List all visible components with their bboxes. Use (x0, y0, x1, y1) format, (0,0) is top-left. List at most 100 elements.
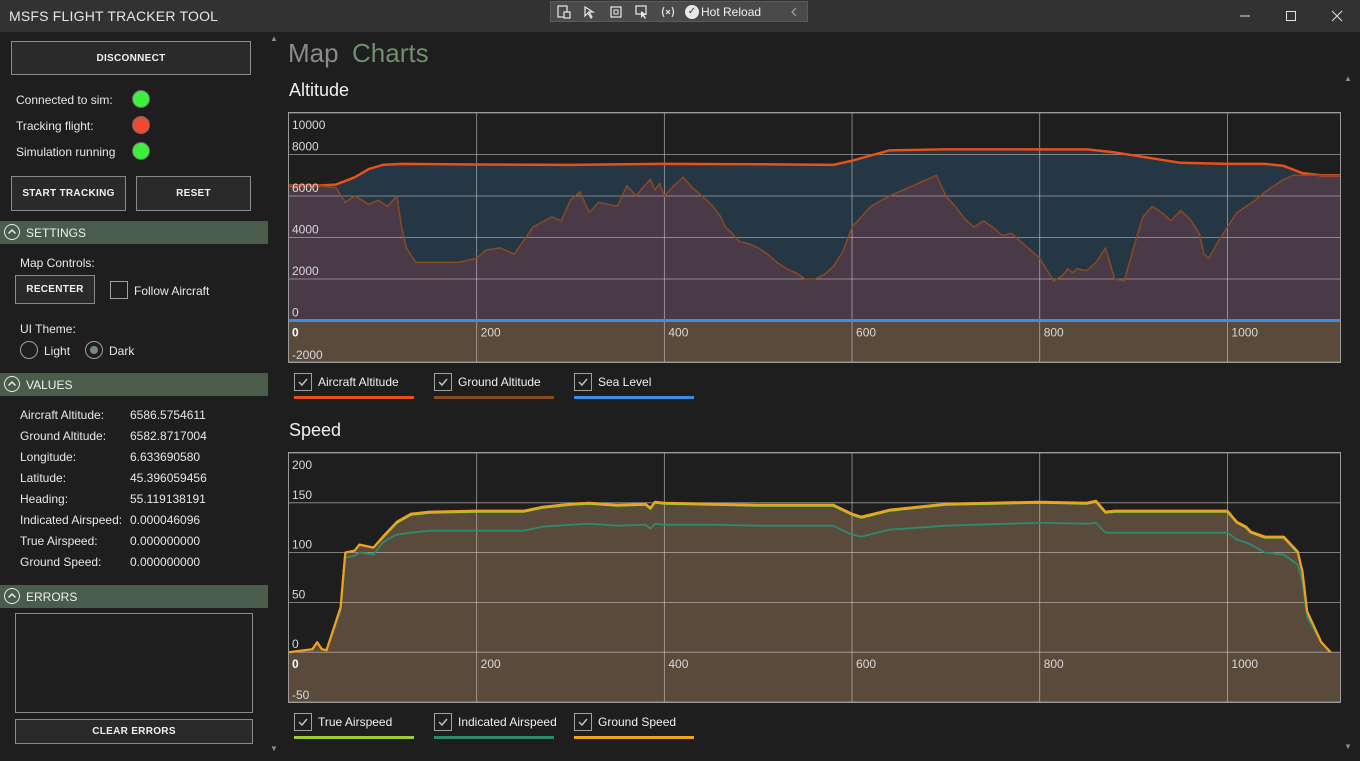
disconnect-button[interactable]: DISCONNECT (11, 41, 251, 75)
close-button[interactable] (1314, 0, 1360, 32)
ground-altitude-value: 6582.8717004 (130, 429, 207, 443)
settings-title: SETTINGS (26, 226, 87, 240)
altitude-chart-title: Altitude (289, 80, 350, 100)
legend-swatch (294, 396, 414, 399)
below-zero-band (289, 652, 1340, 702)
y-tick-label: 0 (292, 306, 299, 320)
value-label: Longitude: (20, 450, 77, 464)
speed-chart-svg: 200 150 100 50 0 -50 0 200 400 600 800 1000 (288, 452, 1340, 703)
connected-status-indicator (132, 90, 150, 108)
latitude-value: 45.396059456 (130, 471, 207, 485)
display-adorners-icon[interactable] (603, 2, 629, 21)
app-title: MSFS FLIGHT TRACKER TOOL (9, 8, 219, 24)
ground-speed-value: 0.000000000 (130, 555, 201, 569)
chart-scroll-down-icon[interactable]: ▼ (1344, 742, 1352, 751)
y-tick-label: 200 (292, 458, 312, 472)
legend-checkbox[interactable] (294, 373, 312, 391)
y-tick-label: -2000 (292, 348, 323, 362)
reset-button[interactable]: RESET (136, 176, 251, 211)
legend-checkbox[interactable] (434, 713, 452, 731)
map-controls-label: Map Controls: (20, 256, 95, 270)
legend-swatch (294, 736, 414, 739)
follow-aircraft-checkbox[interactable] (110, 281, 128, 299)
chevron-up-icon[interactable] (4, 588, 20, 604)
collapse-toolbar-icon[interactable] (781, 2, 807, 21)
hot-reload-label[interactable]: Hot Reload (701, 5, 761, 19)
chevron-up-icon[interactable] (4, 376, 20, 392)
simulation-running-label: Simulation running (16, 145, 116, 159)
hot-reload-status-icon: ✓ (685, 4, 699, 19)
legend-swatch (574, 396, 694, 399)
simulation-status-indicator (132, 142, 150, 160)
chevron-up-icon[interactable] (4, 224, 20, 240)
x-tick-label: 200 (481, 326, 501, 340)
value-label: Ground Altitude: (20, 429, 107, 443)
y-tick-label: -50 (292, 688, 310, 702)
chart-scroll-up-icon[interactable]: ▲ (1344, 74, 1352, 83)
legend-checkbox[interactable] (434, 373, 452, 391)
x-tick-label: 1000 (1231, 326, 1258, 340)
true-airspeed-value: 0.000000000 (130, 534, 201, 548)
clear-errors-button[interactable]: CLEAR ERRORS (15, 719, 253, 744)
select-element-icon[interactable] (577, 2, 603, 21)
legend-swatch (574, 736, 694, 739)
minimize-button[interactable] (1222, 0, 1268, 32)
connected-to-sim-label: Connected to sim: (16, 93, 113, 107)
legend-checkbox[interactable] (574, 713, 592, 731)
y-tick-label: 150 (292, 488, 312, 502)
x-tick-label: 400 (668, 326, 688, 340)
legend-label: Indicated Airspeed (458, 715, 557, 729)
tracking-status-indicator (132, 116, 150, 134)
legend-label: Aircraft Altitude (318, 375, 399, 389)
speed-chart[interactable]: 200 150 100 50 0 -50 0 200 400 600 800 1000 (288, 452, 1341, 703)
y-tick-label: 100 (292, 538, 312, 552)
errors-title: ERRORS (26, 590, 78, 604)
values-title: VALUES (26, 378, 73, 392)
altitude-chart-svg: 10000 8000 6000 4000 2000 0 -2000 0 200 400 600 800… (289, 112, 1340, 363)
maximize-button[interactable] (1268, 0, 1314, 32)
theme-light-label: Light (44, 344, 71, 358)
ui-theme-label: UI Theme: (20, 322, 76, 336)
indicated-airspeed-value: 0.000046096 (130, 513, 201, 527)
x-tick-label: 600 (856, 326, 876, 340)
live-visual-tree-icon[interactable] (551, 2, 577, 21)
legend-swatch (434, 736, 554, 739)
legend-label: Ground Speed (598, 715, 677, 729)
title-bar: MSFS FLIGHT TRACKER TOOL ✓ Hot Reload (0, 0, 1360, 32)
y-tick-label: 8000 (292, 140, 319, 154)
legend-checkbox[interactable] (294, 713, 312, 731)
altitude-chart[interactable]: 10000 8000 6000 4000 2000 0 -2000 0 200 400 600 800… (288, 112, 1341, 363)
errors-list[interactable] (15, 613, 253, 713)
values-section-header[interactable]: VALUES (0, 373, 268, 396)
x-tick-label: 0 (292, 326, 299, 340)
xaml-devtools-toolbar: ✓ Hot Reload (550, 1, 808, 22)
x-tick-label: 400 (668, 657, 688, 671)
legend-label: Ground Altitude (458, 375, 541, 389)
y-tick-label: 2000 (292, 264, 319, 278)
value-label: Ground Speed: (20, 555, 102, 569)
y-tick-label: 0 (292, 637, 299, 651)
theme-light-radio[interactable] (20, 341, 38, 359)
value-label: Heading: (20, 492, 69, 506)
start-tracking-button[interactable]: START TRACKING (11, 176, 126, 211)
binding-failures-icon[interactable] (655, 2, 681, 21)
aircraft-altitude-value: 6586.5754611 (130, 408, 206, 422)
y-tick-label: 50 (292, 587, 306, 601)
theme-dark-label: Dark (109, 344, 135, 358)
tab-charts[interactable]: Charts (352, 38, 429, 69)
scroll-up-icon[interactable]: ▲ (270, 34, 278, 43)
settings-section-header[interactable]: SETTINGS (0, 221, 268, 244)
theme-dark-radio[interactable] (85, 341, 103, 359)
value-label: True Airspeed: (20, 534, 98, 548)
heading-value: 55.119138191 (130, 492, 206, 506)
legend-swatch (434, 396, 554, 399)
value-label: Indicated Airspeed: (20, 513, 123, 527)
scroll-down-icon[interactable]: ▼ (270, 744, 278, 753)
legend-checkbox[interactable] (574, 373, 592, 391)
recenter-button[interactable]: RECENTER (15, 275, 95, 304)
tab-map[interactable]: Map (288, 38, 339, 69)
speed-chart-title: Speed (289, 420, 342, 440)
track-focused-element-icon[interactable] (629, 2, 655, 21)
errors-section-header[interactable]: ERRORS (0, 585, 268, 608)
value-label: Latitude: (20, 471, 67, 485)
